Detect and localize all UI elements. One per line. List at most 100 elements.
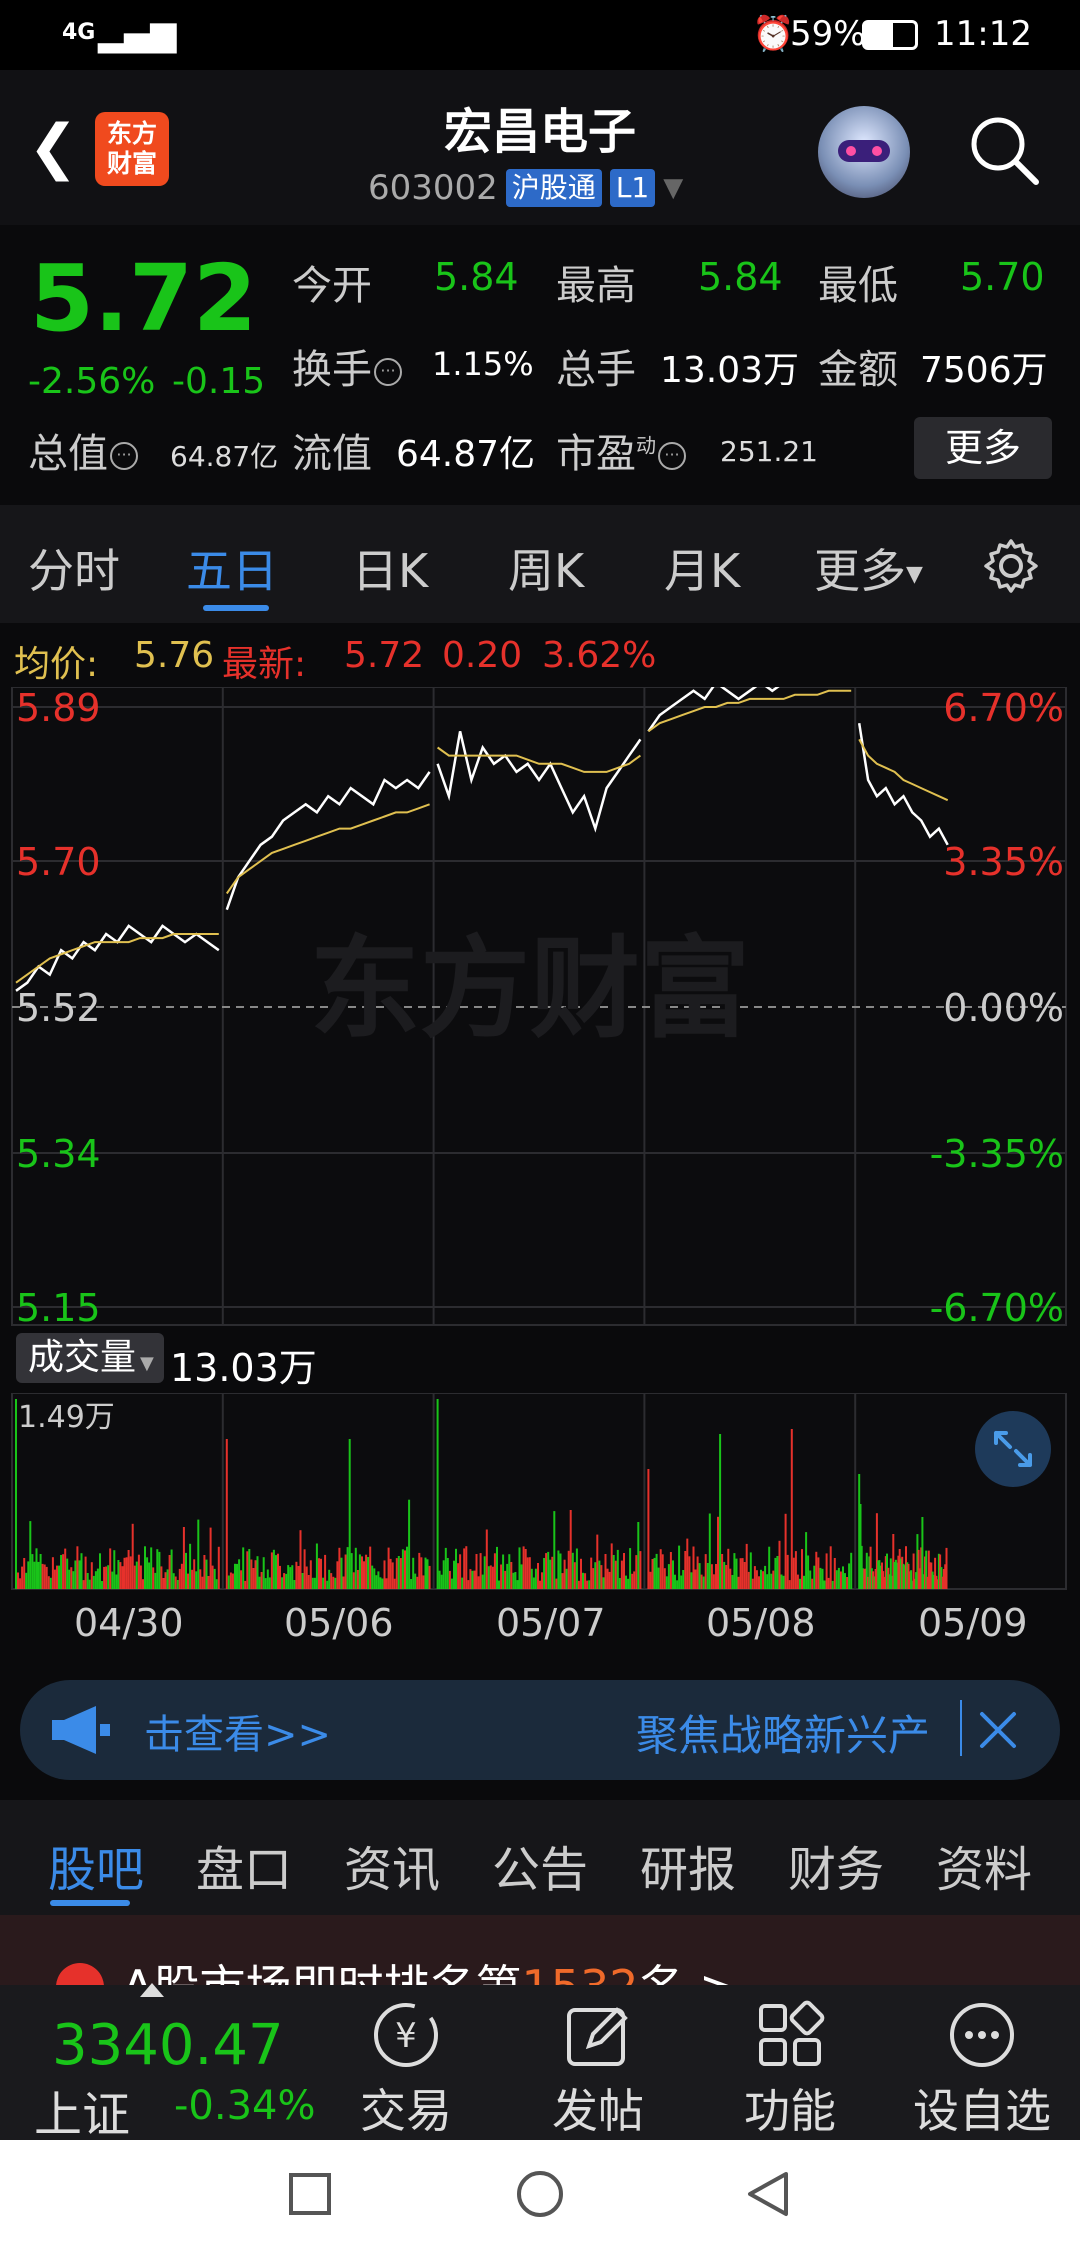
volume-bar — [637, 1522, 640, 1589]
tab-forum[interactable]: 股吧 — [48, 1830, 144, 1900]
back-icon[interactable] — [746, 2170, 790, 2218]
robot-assistant-icon[interactable] — [818, 106, 910, 198]
volume-bar — [172, 1573, 175, 1589]
volume-bar — [19, 1578, 22, 1589]
info-icon[interactable]: ··· — [374, 358, 402, 386]
tab-more[interactable]: 更多▼ — [814, 535, 923, 601]
volume-bar — [397, 1556, 400, 1589]
tab-five-day[interactable]: 五日 — [186, 535, 278, 601]
tab-research[interactable]: 研报 — [640, 1830, 736, 1900]
volume-bar — [109, 1548, 112, 1589]
tab-announcements[interactable]: 公告 — [492, 1830, 588, 1900]
volume-bar — [700, 1574, 703, 1589]
volume-bar — [279, 1565, 281, 1589]
connect-tag: 沪股通 — [505, 169, 602, 207]
recent-apps-icon[interactable] — [288, 2172, 332, 2216]
turnover-value: 1.15% — [432, 345, 534, 383]
index-ticker[interactable]: 3340.47 上证 -0.34% — [0, 1983, 330, 2143]
info-icon[interactable]: ··· — [658, 442, 686, 470]
volume-bar — [727, 1548, 730, 1589]
volume-bar — [336, 1561, 339, 1589]
tab-news[interactable]: 资讯 — [344, 1830, 440, 1900]
trade-icon: ¥ — [374, 2003, 438, 2067]
tab-monthly-k[interactable]: 月K — [664, 535, 740, 601]
more-button[interactable]: 更多 — [914, 417, 1052, 479]
volume-bar — [837, 1567, 840, 1589]
volume-bar — [489, 1565, 492, 1589]
volume-bar — [801, 1549, 803, 1589]
volume-bar — [712, 1574, 715, 1589]
volume-bar — [203, 1555, 206, 1589]
volume-bar — [606, 1568, 609, 1589]
volume-bar — [197, 1519, 200, 1589]
volume-bar — [82, 1580, 85, 1589]
volume-bar — [252, 1568, 255, 1589]
volume-bar — [146, 1557, 149, 1589]
tab-profile[interactable]: 资料 — [936, 1830, 1032, 1900]
volume-bar — [123, 1557, 126, 1589]
volume-bar — [135, 1561, 138, 1589]
volume-bar — [324, 1554, 327, 1589]
divider — [960, 1700, 962, 1756]
alarm-icon: ⏰ — [752, 14, 795, 54]
open-value: 5.84 — [434, 255, 519, 299]
mktcap-value: 64.87亿 — [170, 440, 279, 473]
more-circle-icon — [950, 2003, 1014, 2067]
volume-bar — [612, 1555, 615, 1589]
nav-post[interactable]: 发帖 — [518, 1995, 678, 2141]
search-icon[interactable] — [966, 112, 1042, 188]
volume-bar — [760, 1569, 762, 1589]
volume-bar — [389, 1558, 392, 1589]
volume-bar — [209, 1527, 212, 1589]
volume-chart[interactable]: 1.49万 — [0, 1393, 1080, 1593]
volume-bar — [246, 1551, 249, 1589]
tab-daily-k[interactable]: 日K — [352, 535, 428, 601]
volume-bar — [569, 1510, 572, 1589]
tab-intraday[interactable]: 分时 — [28, 535, 120, 601]
amount-value: 7506万 — [920, 350, 1048, 391]
volume-indicator-selector[interactable]: 成交量 ▼ — [16, 1333, 164, 1383]
volume-bar — [438, 1570, 441, 1589]
volume-bar — [629, 1548, 632, 1589]
volume-bar — [129, 1556, 132, 1589]
tab-financials[interactable]: 财务 — [788, 1830, 884, 1900]
tab-orderbook[interactable]: 盘口 — [196, 1830, 292, 1900]
volume-bar — [408, 1499, 411, 1589]
expand-icon[interactable] — [975, 1411, 1051, 1487]
nav-functions[interactable]: 功能 — [710, 1995, 870, 2141]
volume-bar — [191, 1569, 194, 1589]
volume-bar — [125, 1557, 128, 1589]
info-icon[interactable]: ··· — [110, 442, 138, 470]
volume-bar — [518, 1547, 521, 1589]
volume-bar — [56, 1565, 58, 1589]
five-day-price-chart[interactable]: 东方财富 5.89 5.70 5.52 5.34 5.15 6.70% 3.35% 0.00… — [0, 687, 1080, 1327]
float-value: 64.87亿 — [396, 434, 536, 475]
dropdown-icon[interactable]: ▼ — [663, 173, 683, 203]
volume-bar — [512, 1572, 515, 1589]
tab-weekly-k[interactable]: 周K — [508, 535, 584, 601]
ranking-strip[interactable]: A股市场即时排名第1532名 > — [0, 1915, 1080, 1985]
volume-bar — [283, 1573, 286, 1589]
volume-bar — [528, 1557, 531, 1589]
volume-bar — [708, 1513, 711, 1589]
volume-bar — [291, 1565, 294, 1589]
volume-bar — [275, 1555, 277, 1589]
volume-bar — [416, 1576, 419, 1589]
volume-bar — [201, 1576, 204, 1589]
high-value: 5.84 — [698, 255, 783, 299]
promo-banner[interactable]: 击查看>> 聚焦战略新兴产 — [20, 1680, 1060, 1780]
nav-watchlist[interactable]: 设自选 — [902, 1995, 1062, 2141]
volume-bar — [823, 1580, 826, 1589]
volume-bar — [524, 1549, 527, 1589]
nav-trade[interactable]: ¥ 交易 — [326, 1995, 486, 2141]
settings-gear-icon[interactable] — [982, 537, 1040, 595]
volume-bar — [268, 1577, 271, 1589]
volume-bar — [686, 1538, 689, 1589]
volume-bar — [363, 1561, 365, 1589]
volume-bar — [680, 1575, 683, 1589]
close-icon[interactable] — [978, 1710, 1018, 1750]
home-icon[interactable] — [516, 2170, 564, 2218]
volume-bar — [665, 1576, 668, 1589]
battery-icon — [862, 20, 918, 50]
volume-bar — [250, 1559, 253, 1589]
